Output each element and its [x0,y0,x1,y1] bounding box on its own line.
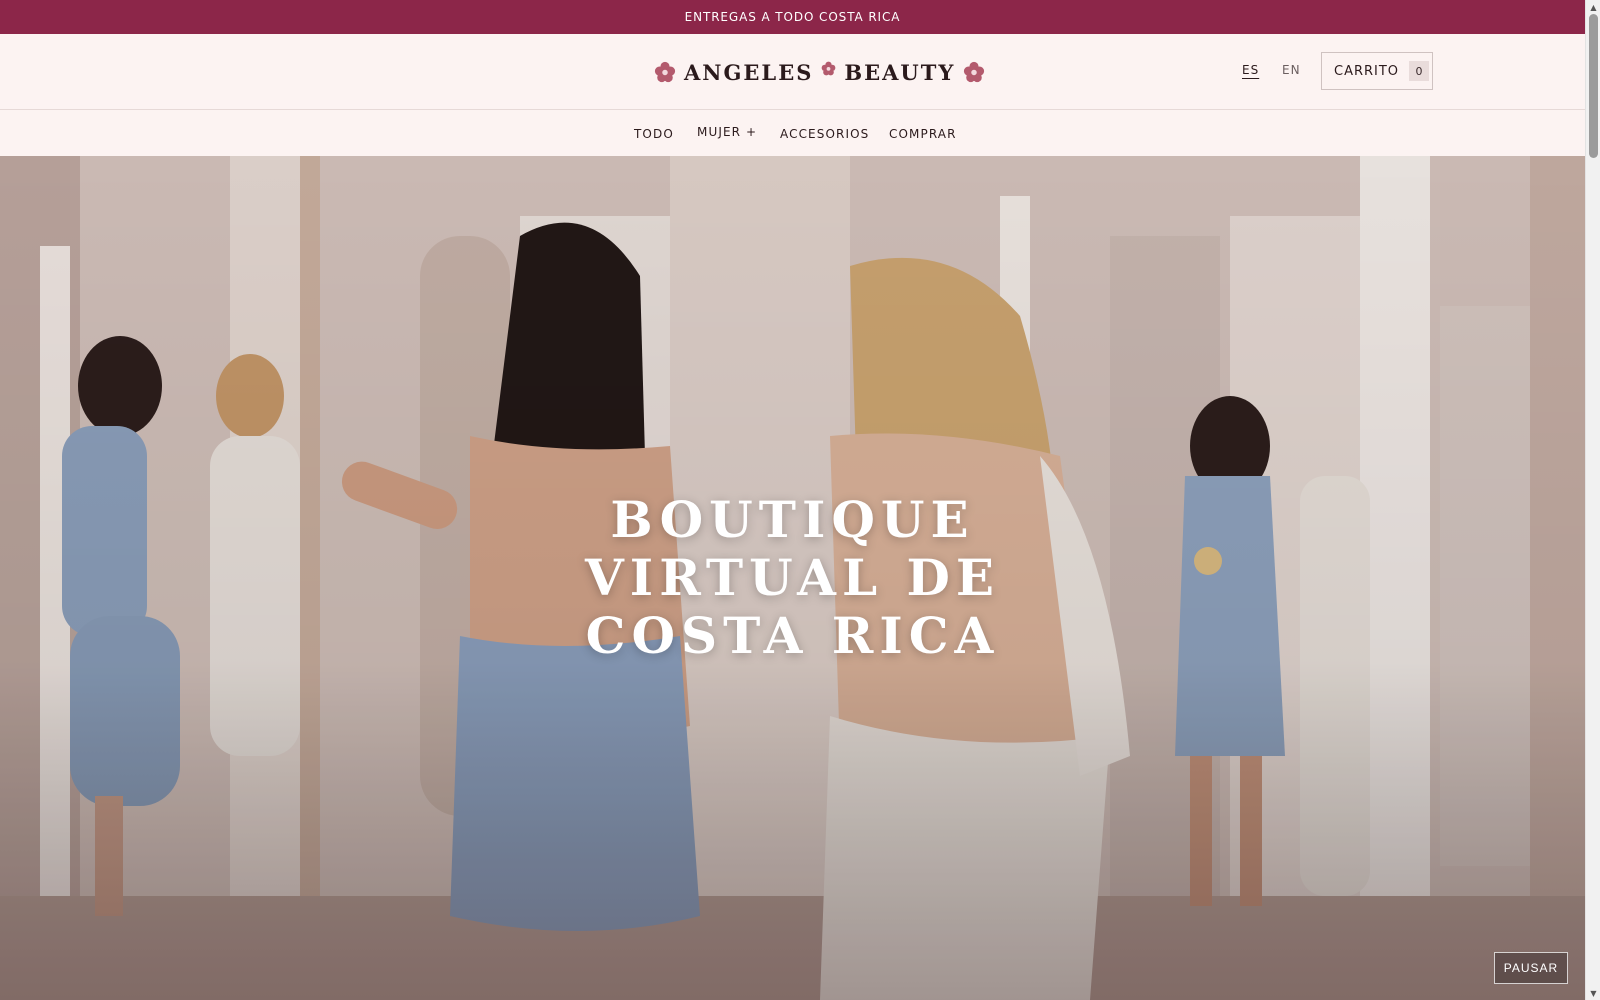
flower-icon [822,61,836,75]
announcement-text: ENTREGAS A TODO COSTA RICA [684,10,901,24]
flower-icon [964,61,985,83]
cart-count-badge: 0 [1409,61,1430,81]
scrollbar-thumb[interactable] [1589,14,1598,158]
scroll-up-arrow-icon[interactable]: ▲ [1586,0,1600,14]
nav-item-mujer[interactable]: MUJER + [697,125,757,139]
hero-title-line: COSTA RICA [585,606,1000,665]
language-en[interactable]: EN [1282,63,1301,77]
nav-item-comprar[interactable]: COMPRAR [889,127,957,141]
logo-text-left: ANGELES [684,59,814,85]
cart-label: CARRITO [1334,63,1400,79]
hero-title-line: BOUTIQUE [610,490,975,549]
hero-title-line: VIRTUAL DE [585,548,1000,607]
nav-item-accesorios[interactable]: ACCESORIOS [780,127,869,141]
hero-video: BOUTIQUE VIRTUAL DE COSTA RICA PAUSAR [0,156,1585,1000]
language-es[interactable]: ES [1242,63,1259,77]
site-header: ANGELES BEAUTY ES EN CARRITO 0 [0,34,1585,110]
announcement-bar: ENTREGAS A TODO COSTA RICA [0,0,1585,34]
main-nav: TODO MUJER + ACCESORIOS COMPRAR [0,110,1585,156]
hero-title: BOUTIQUE VIRTUAL DE COSTA RICA [0,491,1585,665]
logo-text-right: BEAUTY [844,59,956,85]
site-logo[interactable]: ANGELES BEAUTY [654,56,985,88]
nav-item-todo[interactable]: TODO [634,127,674,141]
flower-icon [654,61,676,83]
page-scrollbar[interactable]: ▲ ▼ [1585,0,1600,1000]
pause-video-button[interactable]: PAUSAR [1494,952,1568,984]
scroll-down-arrow-icon[interactable]: ▼ [1586,986,1600,1000]
cart-button[interactable]: CARRITO 0 [1321,52,1433,90]
